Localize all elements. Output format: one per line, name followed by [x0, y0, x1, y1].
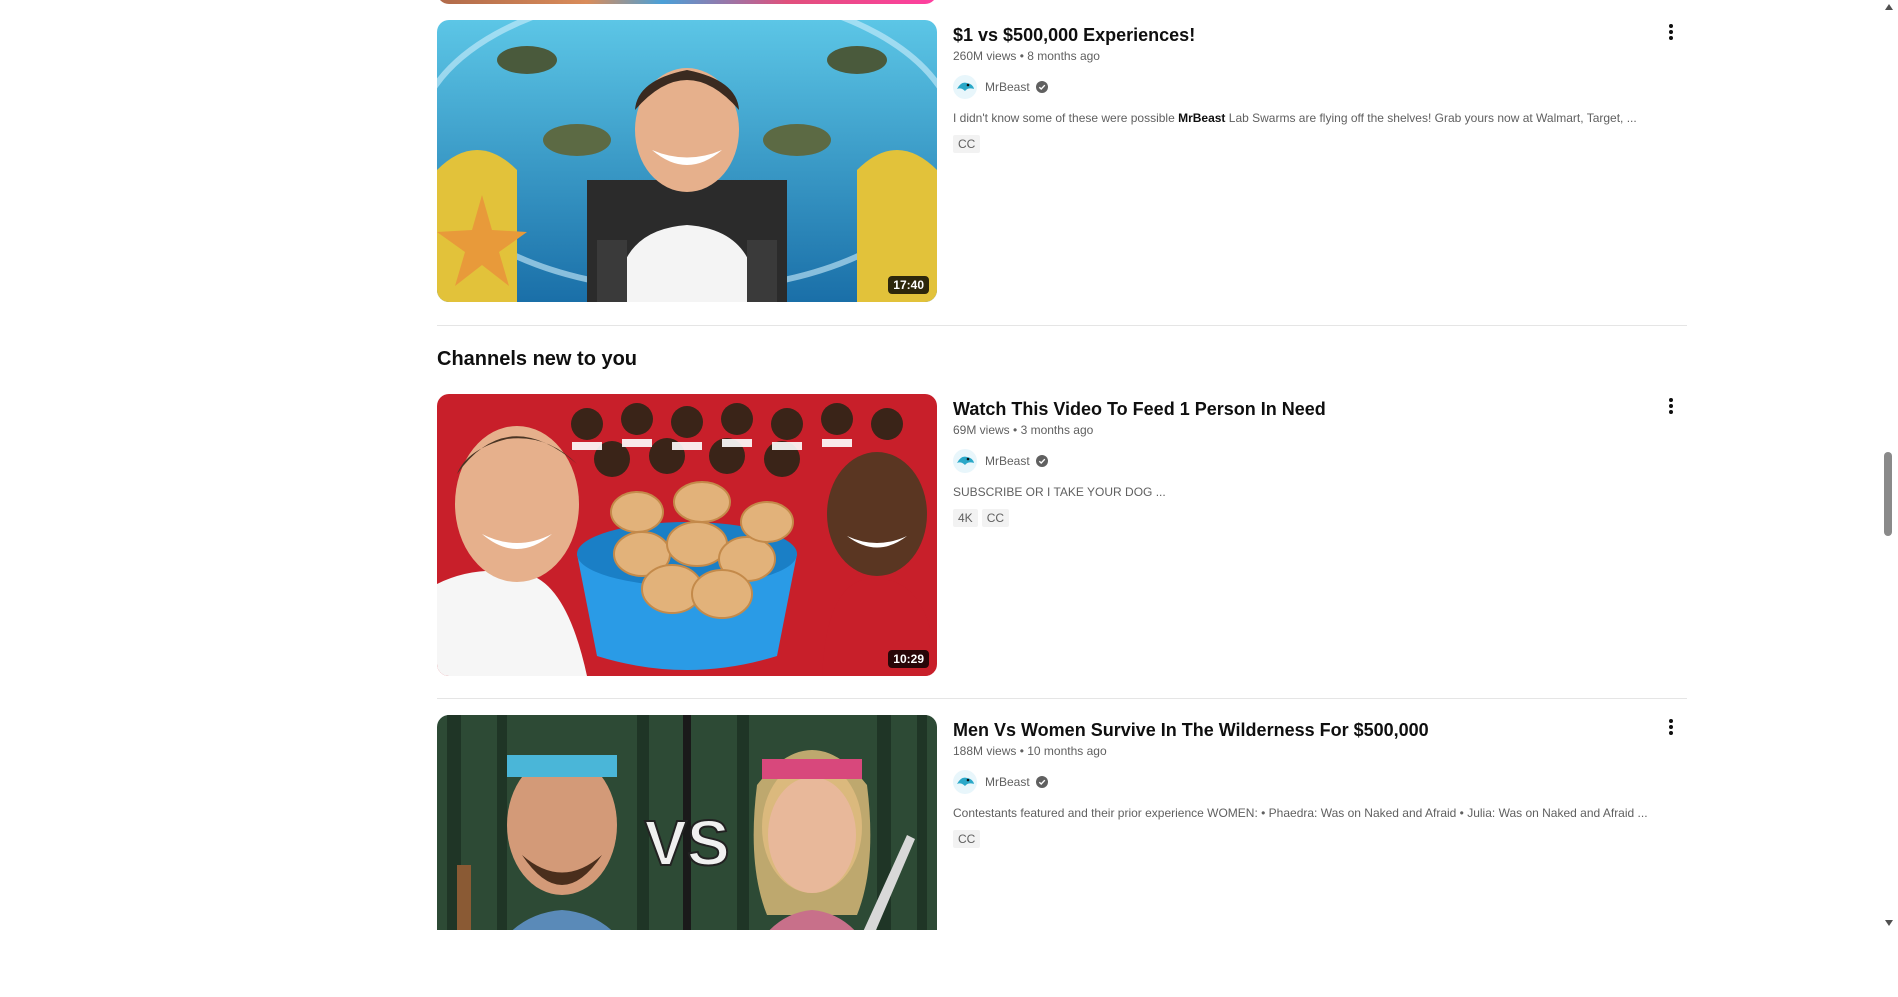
previous-video-thumbnail-edge[interactable] — [437, 0, 937, 4]
meta-separator: • — [1019, 744, 1024, 758]
scrollbar[interactable] — [1880, 0, 1898, 930]
channel-row[interactable]: MrBeast — [953, 449, 1653, 473]
view-count: 260M views — [953, 49, 1017, 63]
meta-separator: • — [1013, 423, 1018, 437]
badges: CC — [953, 830, 1653, 848]
badges: 4K CC — [953, 509, 1653, 527]
verified-check-icon — [1035, 776, 1048, 788]
channel-name[interactable]: MrBeast — [985, 80, 1030, 94]
scroll-down-arrow-icon[interactable] — [1885, 920, 1893, 926]
divider — [437, 698, 1687, 699]
badges: CC — [953, 135, 1653, 153]
verified-check-icon — [1035, 81, 1048, 93]
video-duration: 10:29 — [888, 650, 929, 668]
4k-badge: 4K — [953, 509, 978, 527]
channel-row[interactable]: MrBeast — [953, 770, 1653, 794]
description-text-rest: Lab Swarms are flying off the shelves! G… — [1225, 111, 1637, 125]
video-info: Watch This Video To Feed 1 Person In Nee… — [953, 394, 1653, 527]
channel-avatar[interactable] — [953, 770, 977, 794]
scrollbar-thumb[interactable] — [1884, 452, 1892, 536]
video-result-1: 17:40 $1 vs $500,000 Experiences! 260M v… — [437, 20, 1687, 302]
channel-name[interactable]: MrBeast — [985, 775, 1030, 789]
video-result-3: VS Men Vs Women Survive In The Wildernes… — [437, 715, 1687, 997]
video-title[interactable]: Watch This Video To Feed 1 Person In Nee… — [953, 394, 1653, 422]
video-thumbnail[interactable]: 10:29 — [437, 394, 937, 676]
vs-text: VS — [644, 807, 729, 879]
upload-age: 3 months ago — [1020, 423, 1094, 437]
section-title: Channels new to you — [437, 348, 638, 370]
upload-age: 8 months ago — [1027, 49, 1100, 63]
video-description: Contestants featured and their prior exp… — [953, 806, 1648, 820]
video-duration: 17:40 — [888, 276, 929, 294]
cc-badge: CC — [953, 830, 981, 848]
more-vert-icon[interactable] — [1659, 394, 1683, 418]
scroll-up-arrow-icon[interactable] — [1885, 4, 1893, 10]
meta-separator: • — [1019, 49, 1024, 63]
video-thumbnail[interactable]: VS — [437, 715, 937, 930]
video-title[interactable]: Men Vs Women Survive In The Wilderness F… — [953, 715, 1653, 743]
channel-row[interactable]: MrBeast — [953, 75, 1653, 99]
video-info: Men Vs Women Survive In The Wilderness F… — [953, 715, 1653, 848]
more-vert-icon[interactable] — [1659, 20, 1683, 44]
description-text: I didn't know some of these were possibl… — [953, 111, 1179, 125]
cc-badge: CC — [953, 135, 981, 153]
video-result-2: 10:29 Watch This Video To Feed 1 Person … — [437, 394, 1687, 676]
upload-age: 10 months ago — [1027, 744, 1107, 758]
video-description: SUBSCRIBE OR I TAKE YOUR DOG ... — [953, 485, 1166, 499]
channel-name[interactable]: MrBeast — [985, 454, 1030, 468]
channel-avatar[interactable] — [953, 449, 977, 473]
search-results-page: 17:40 $1 vs $500,000 Experiences! 260M v… — [0, 0, 1880, 930]
video-meta: 260M views • 8 months ago — [953, 49, 1653, 63]
verified-check-icon — [1035, 455, 1048, 467]
cc-badge: CC — [981, 509, 1010, 527]
video-title[interactable]: $1 vs $500,000 Experiences! — [953, 20, 1653, 48]
video-meta: 69M views • 3 months ago — [953, 423, 1653, 437]
video-meta: 188M views • 10 months ago — [953, 744, 1653, 758]
channel-avatar[interactable] — [953, 75, 977, 99]
video-description: I didn't know some of these were possibl… — [953, 111, 1653, 125]
video-thumbnail[interactable]: 17:40 — [437, 20, 937, 302]
view-count: 69M views — [953, 423, 1010, 437]
view-count: 188M views — [953, 744, 1017, 758]
description-highlight: MrBeast — [1178, 111, 1226, 125]
more-vert-icon[interactable] — [1659, 715, 1683, 739]
divider — [437, 325, 1687, 326]
video-info: $1 vs $500,000 Experiences! 260M views •… — [953, 20, 1653, 153]
